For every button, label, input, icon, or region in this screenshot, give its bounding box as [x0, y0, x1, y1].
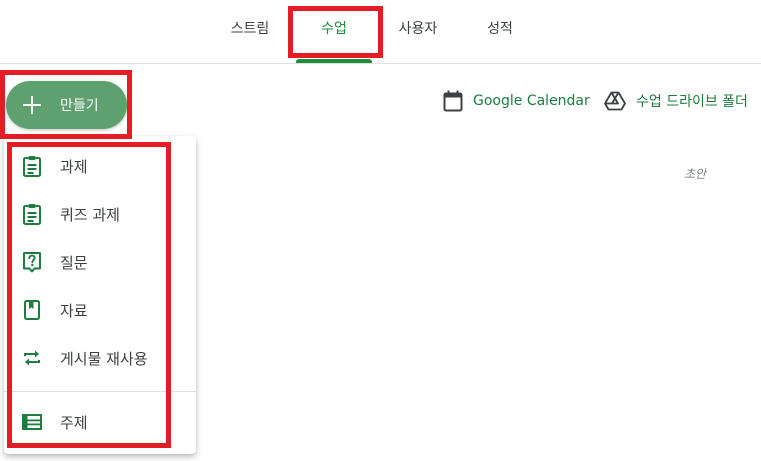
plus-icon	[23, 96, 41, 114]
calendar-icon	[443, 90, 463, 112]
menu-divider	[4, 391, 196, 392]
material-icon	[20, 298, 44, 322]
menu-item-reuse-post[interactable]: 게시물 재사용	[4, 336, 196, 380]
menu-item-material[interactable]: 자료	[4, 288, 196, 332]
google-calendar-label: Google Calendar	[473, 93, 590, 109]
topic-icon	[20, 410, 44, 434]
draft-label: 초안	[684, 167, 707, 181]
class-drive-folder-label: 수업 드라이브 폴더	[636, 94, 748, 110]
active-tab-indicator	[296, 59, 372, 63]
menu-item-label: 자료	[60, 301, 88, 320]
drive-icon	[604, 91, 626, 111]
menu-item-topic[interactable]: 주제	[4, 400, 196, 444]
menu-item-quiz-assignment[interactable]: 퀴즈 과제	[4, 192, 196, 236]
menu-item-label: 게시물 재사용	[60, 349, 148, 368]
tab-stream[interactable]: 스트림	[216, 0, 284, 60]
menu-item-label: 과제	[60, 157, 88, 176]
create-button[interactable]: 만들기	[6, 81, 127, 129]
class-drive-folder-link[interactable]: 수업 드라이브 폴더	[604, 88, 748, 114]
tab-people[interactable]: 사용자	[384, 0, 452, 60]
assignment-icon	[20, 154, 44, 178]
menu-item-label: 질문	[60, 253, 88, 272]
top-tab-bar: 스트림 수업 사용자 성적	[0, 0, 761, 64]
tab-classwork[interactable]: 수업	[296, 0, 372, 60]
question-icon	[20, 250, 44, 274]
google-calendar-link[interactable]: Google Calendar	[443, 88, 590, 114]
menu-item-label: 주제	[60, 413, 88, 432]
create-menu: 과제 퀴즈 과제 질문 자료 게시물 재사용 주제	[4, 136, 196, 454]
create-button-label: 만들기	[60, 98, 99, 114]
menu-item-question[interactable]: 질문	[4, 240, 196, 284]
reuse-post-icon	[20, 346, 44, 370]
tab-grades[interactable]: 성적	[466, 0, 534, 60]
quiz-assignment-icon	[20, 202, 44, 226]
menu-item-label: 퀴즈 과제	[60, 205, 120, 224]
menu-item-assignment[interactable]: 과제	[4, 144, 196, 188]
